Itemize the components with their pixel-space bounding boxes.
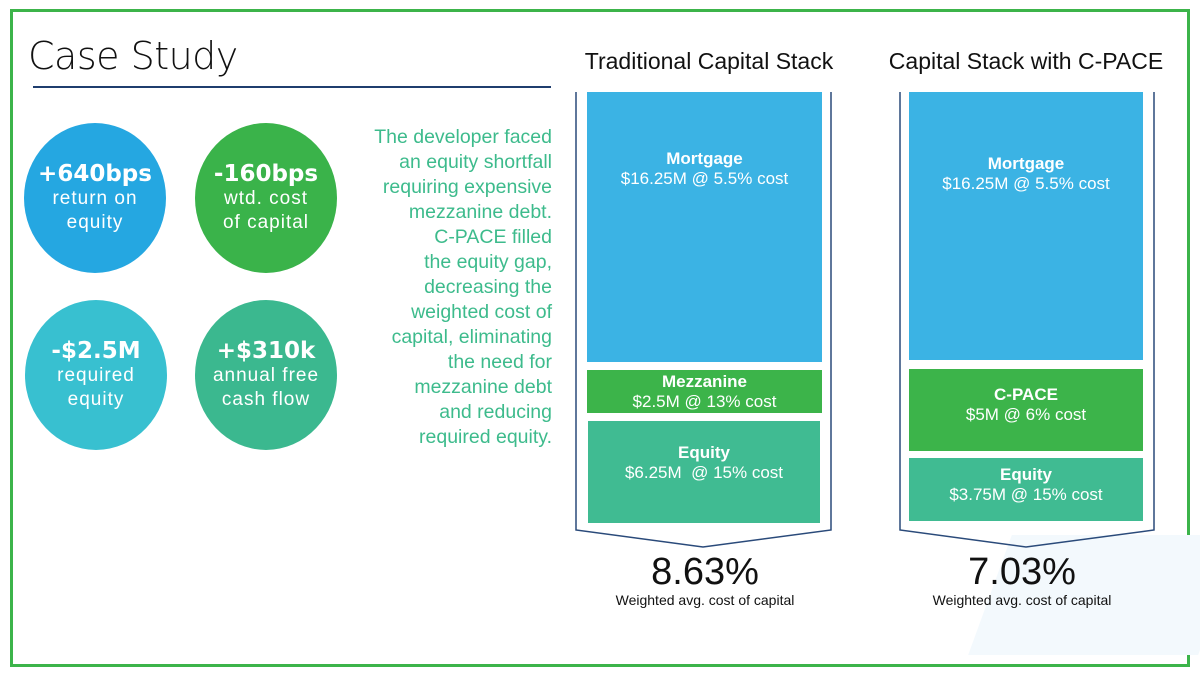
layer-detail: $3.75M @ 15% cost (949, 485, 1103, 504)
traditional-equity-layer: Equity $6.25M @ 15% cost (588, 421, 820, 523)
traditional-mezzanine-layer: Mezzanine $2.5M @ 13% cost (587, 370, 822, 413)
layer-name: Equity (678, 443, 730, 462)
layer-detail: $16.25M @ 5.5% cost (942, 174, 1110, 193)
layer-name: C-PACE (994, 385, 1058, 404)
cpace-stack-title: Capital Stack with C-PACE (888, 48, 1164, 74)
wacc-value: 8.63% (651, 551, 759, 593)
layer-name: Mezzanine (661, 372, 748, 391)
layer-detail: $16.25M @ 5.5% cost (620, 169, 789, 188)
layer-name: Mortgage (987, 154, 1065, 173)
wacc-label: Weighted avg. cost of capital (615, 592, 795, 608)
layer-detail: $2.5M @ 13% cost (632, 392, 777, 411)
cpace-wacc: 7.03% Weighted avg. cost of capital (892, 552, 1152, 608)
traditional-mortgage-layer: Mortgage $16.25M @ 5.5% cost (587, 92, 822, 362)
layer-name: Mortgage (666, 149, 743, 168)
traditional-stack-title: Traditional Capital Stack (584, 48, 834, 74)
traditional-wacc: 8.63% Weighted avg. cost of capital (575, 552, 835, 608)
cpace-mortgage-layer: Mortgage $16.25M @ 5.5% cost (909, 92, 1143, 360)
layer-name: Equity (1000, 465, 1052, 484)
wacc-value: 7.03% (968, 551, 1076, 593)
cpace-layer: C-PACE $5M @ 6% cost (909, 369, 1143, 451)
wacc-label: Weighted avg. cost of capital (932, 592, 1112, 608)
layer-detail: $5M @ 6% cost (965, 405, 1087, 424)
layer-detail: $6.25M @ 15% cost (624, 463, 784, 482)
cpace-equity-layer: Equity $3.75M @ 15% cost (909, 458, 1143, 521)
